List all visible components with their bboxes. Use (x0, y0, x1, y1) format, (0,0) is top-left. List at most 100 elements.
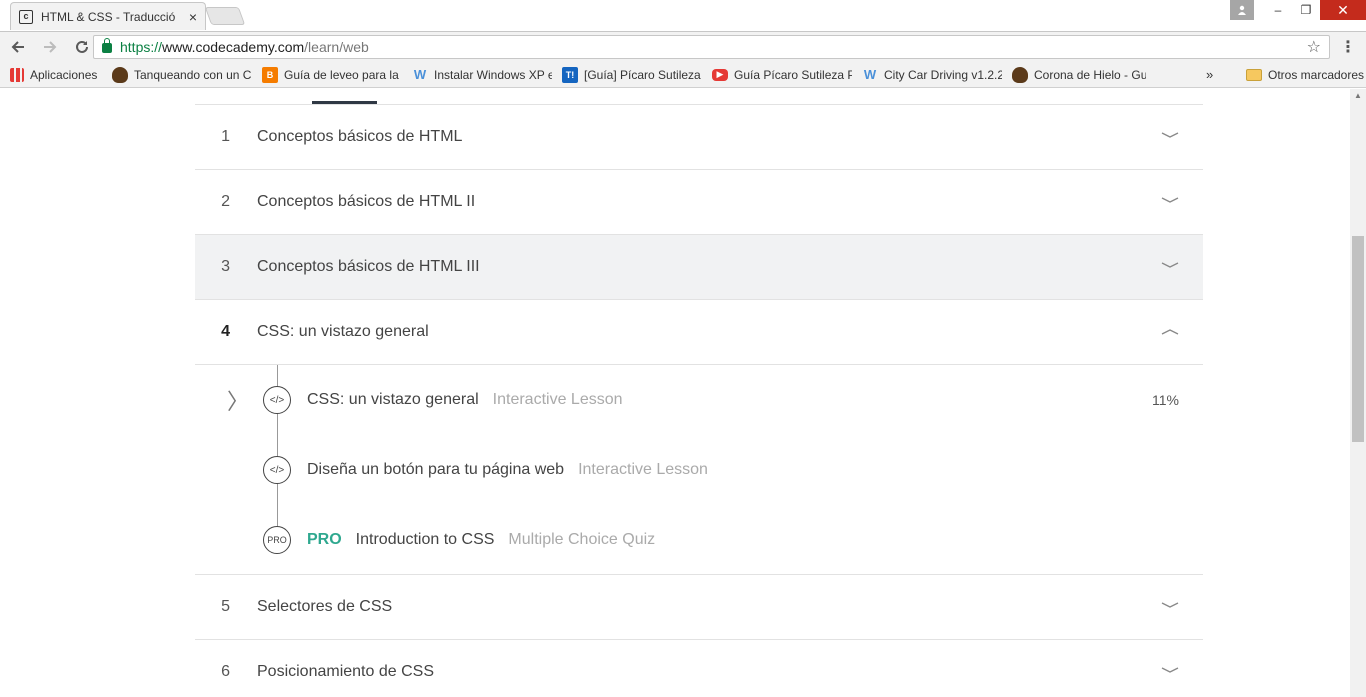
lesson-item[interactable]: </> Diseña un botón para tu página web In… (195, 450, 1203, 490)
unit-row[interactable]: 1 Conceptos básicos de HTML (195, 105, 1203, 170)
chevron-up-icon[interactable] (1161, 322, 1179, 340)
bookmark-label: [Guía] Pícaro Sutileza (584, 67, 701, 82)
code-lesson-icon: </> (263, 386, 291, 414)
lesson-title[interactable]: CSS: un vistazo general (307, 391, 479, 408)
unit-title: Conceptos básicos de HTML II (257, 193, 476, 210)
apps-grid-icon (10, 67, 24, 82)
browser-titlebar: c HTML & CSS - Traducció × – ❐ ✕ (0, 0, 1366, 32)
user-profile-icon[interactable] (1230, 0, 1254, 20)
bookmarks-bar: Aplicaciones Tanqueando con un C B Guía … (0, 62, 1366, 88)
syllabus: 1 Conceptos básicos de HTML 2 Conceptos … (195, 105, 1203, 697)
bookmark-item[interactable]: B Guía de leveo para la (262, 66, 402, 83)
lesson-type: Interactive Lesson (578, 461, 708, 478)
tab-close-icon[interactable]: × (189, 9, 197, 25)
chevron-down-icon[interactable] (1161, 597, 1179, 615)
minimize-window-icon[interactable]: – (1264, 0, 1292, 20)
lesson-title[interactable]: Diseña un botón para tu página web (307, 461, 564, 478)
blogger-icon: B (262, 66, 278, 83)
chevron-down-icon[interactable] (1161, 127, 1179, 145)
scroll-up-icon[interactable]: ▲ (1354, 91, 1362, 100)
code-lesson-icon: </> (263, 456, 291, 484)
bookmark-star-icon[interactable]: ☆ (1307, 37, 1321, 57)
browser-toolbar: https:// www.codecademy.com /learn/web ☆… (0, 31, 1366, 62)
lesson-title-wrap: Diseña un botón para tu página web Intera… (307, 461, 708, 479)
bookmark-item[interactable]: Corona de Hielo - Gui (1012, 66, 1146, 83)
lesson-item[interactable]: 〉 </> CSS: un vistazo general Interactive… (195, 380, 1203, 420)
url-scheme: https:// (120, 39, 163, 55)
address-bar[interactable]: https:// www.codecademy.com /learn/web ☆ (93, 35, 1330, 59)
unit-title: Selectores de CSS (257, 598, 393, 615)
bookmark-item[interactable]: Tanqueando con un C (112, 66, 252, 83)
chevron-down-icon[interactable] (1161, 257, 1179, 275)
shield-icon (1012, 66, 1028, 83)
other-bookmarks[interactable]: Otros marcadores (1246, 68, 1364, 82)
browser-menu-icon[interactable]: ⋮ (1340, 37, 1356, 57)
scrollbar-thumb[interactable] (1352, 236, 1364, 442)
close-window-icon[interactable]: ✕ (1320, 0, 1366, 20)
browser-tab[interactable]: c HTML & CSS - Traducció × (10, 2, 206, 30)
lesson-title[interactable]: Introduction to CSS (356, 531, 495, 548)
folder-icon (1246, 68, 1262, 81)
unit-number: 2 (221, 193, 230, 210)
unit-lessons: 〉 </> CSS: un vistazo general Interactive… (195, 365, 1203, 575)
shield-icon (112, 66, 128, 83)
forward-icon[interactable] (36, 33, 64, 61)
url-path: /learn/web (304, 39, 369, 55)
lesson-type: Multiple Choice Quiz (508, 531, 656, 548)
codecademy-favicon-icon: c (19, 9, 33, 24)
tab-title: HTML & CSS - Traducció (41, 9, 175, 24)
unit-row[interactable]: 6 Posicionamiento de CSS (195, 640, 1203, 697)
w-icon: W (413, 67, 427, 82)
bookmark-item[interactable]: Aplicaciones (10, 67, 102, 82)
new-tab-button[interactable] (204, 7, 246, 25)
unit-title: Conceptos básicos de HTML (257, 128, 463, 145)
lesson-progress: 11% (1152, 392, 1179, 408)
taringa-icon: T! (562, 66, 578, 83)
unit-number: 6 (221, 663, 230, 680)
pro-label: PRO (307, 531, 342, 548)
page-scrollbar[interactable]: ▲ (1350, 89, 1366, 697)
bookmark-label: Guía Pícaro Sutileza P (734, 67, 852, 82)
unit-row[interactable]: 5 Selectores de CSS (195, 575, 1203, 640)
other-bookmarks-label: Otros marcadores (1268, 67, 1365, 82)
reload-icon[interactable] (68, 33, 96, 61)
unit-row[interactable]: 3 Conceptos básicos de HTML III (195, 235, 1203, 300)
bookmark-item[interactable]: W City Car Driving v1.2.2 (862, 67, 1002, 83)
back-icon[interactable] (4, 33, 32, 61)
bookmark-label: Instalar Windows XP e (434, 67, 552, 82)
active-tab-indicator (312, 101, 377, 104)
lesson-title-wrap: CSS: un vistazo general Interactive Lesso… (307, 391, 623, 409)
lesson-item[interactable]: PRO PRO Introduction to CSS Multiple Choic… (195, 520, 1203, 560)
bookmark-label: Guía de leveo para la (284, 67, 399, 82)
current-lesson-caret-icon: 〉 (227, 389, 250, 414)
unit-row-active[interactable]: 4 CSS: un vistazo general (195, 300, 1203, 365)
lesson-title-wrap: PRO Introduction to CSS Multiple Choice Qu… (307, 531, 655, 549)
pro-badge-icon: PRO (263, 526, 291, 554)
unit-number: 3 (221, 258, 230, 275)
maximize-window-icon[interactable]: ❐ (1292, 0, 1320, 20)
unit-title: Posicionamiento de CSS (257, 663, 434, 680)
bookmark-item[interactable]: T! [Guía] Pícaro Sutileza (562, 66, 702, 83)
unit-title: CSS: un vistazo general (257, 323, 429, 340)
window-controls: – ❐ ✕ (1230, 0, 1366, 20)
unit-row[interactable]: 2 Conceptos básicos de HTML II (195, 170, 1203, 235)
bookmark-label: Corona de Hielo - Gui (1034, 67, 1146, 82)
youtube-icon: ▶ (712, 68, 728, 81)
lesson-type: Interactive Lesson (492, 391, 623, 408)
secure-lock-icon[interactable] (102, 38, 112, 53)
page-content: 1 Conceptos básicos de HTML 2 Conceptos … (0, 89, 1350, 697)
bookmark-label: City Car Driving v1.2.2 (884, 67, 1002, 82)
bookmark-label: Tanqueando con un C (134, 67, 252, 82)
unit-number: 4 (221, 323, 230, 340)
more-bookmarks-icon[interactable]: » (1206, 67, 1213, 82)
w-icon: W (863, 67, 877, 82)
chevron-down-icon[interactable] (1161, 192, 1179, 210)
bookmark-item[interactable]: W Instalar Windows XP e (412, 67, 552, 83)
unit-title: Conceptos básicos de HTML III (257, 258, 480, 275)
chevron-down-icon[interactable] (1161, 662, 1179, 680)
bookmark-item[interactable]: ▶ Guía Pícaro Sutileza P (712, 68, 852, 82)
url-host: www.codecademy.com (162, 39, 305, 55)
bookmark-label: Aplicaciones (30, 67, 98, 82)
unit-number: 1 (221, 128, 230, 145)
unit-number: 5 (221, 598, 230, 615)
